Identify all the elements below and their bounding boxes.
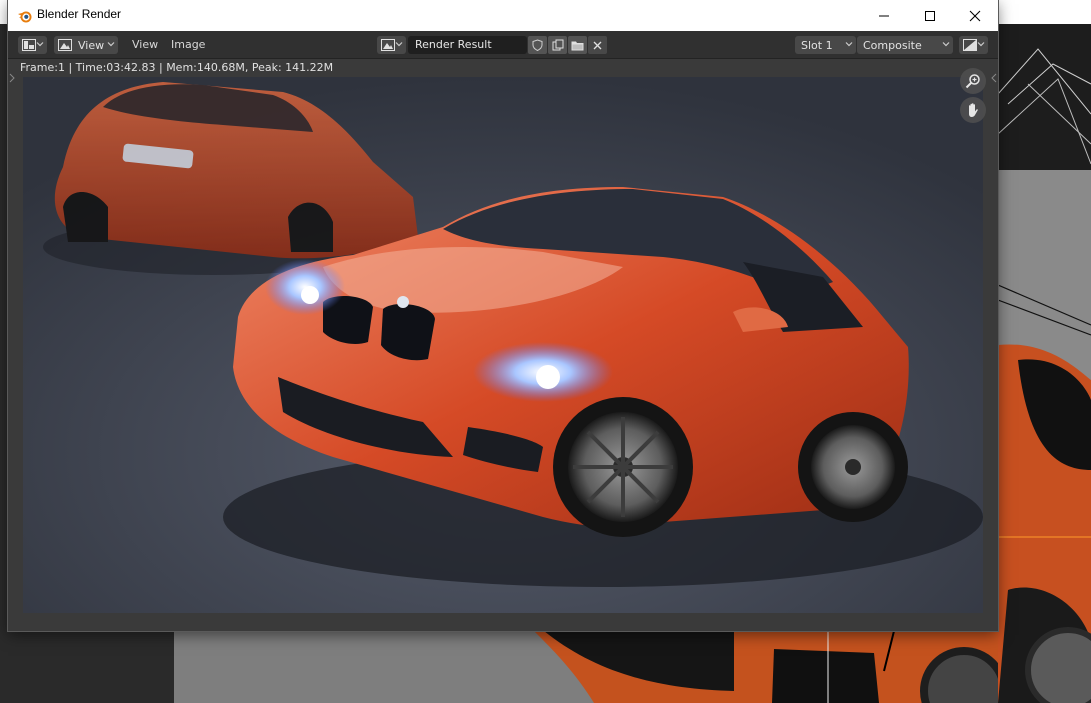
layer-dropdown[interactable]: Composite [857,36,953,54]
copy-icon [552,39,563,51]
menu-view[interactable]: View [132,38,158,51]
minimize-icon [879,15,889,16]
layer-label: Composite [863,38,922,52]
fake-user-button[interactable] [528,36,547,54]
menu-image[interactable]: Image [171,38,205,51]
background-panel-left [0,631,174,703]
unlink-image-button[interactable] [588,36,607,54]
chevron-down-icon [36,42,44,47]
image-editor-header: View View Image Render Result Slot 1 Com… [8,31,998,59]
chevron-down-icon [395,42,403,47]
display-channels-dropdown[interactable] [959,36,988,54]
sidebar-expand-arrow-icon[interactable] [990,73,998,83]
display-channels-icon [963,39,977,51]
background-viewport-wireframe [998,24,1091,170]
hand-icon [969,103,978,117]
window-title: Blender Render [37,7,122,21]
image-browse-dropdown[interactable] [377,36,406,54]
render-result-image [23,77,983,613]
background-3d-viewport-right [998,170,1091,703]
image-canvas[interactable] [8,68,998,631]
view-mode-label: View [78,38,105,52]
toolbar-expand-arrow-icon[interactable] [8,73,16,83]
slot-label: Slot 1 [801,38,833,52]
render-result-scene [23,77,983,613]
render-window: Blender Render View View Image Render Re… [8,0,998,631]
slot-dropdown[interactable]: Slot 1 [795,36,856,54]
chevron-down-icon [845,42,853,47]
blender-logo-icon [18,11,32,23]
image-name-field[interactable]: Render Result [408,36,527,54]
view-mode-dropdown[interactable]: View [54,36,118,54]
close-icon [969,10,981,21]
image-icon [58,39,72,51]
chevron-down-icon [107,42,115,47]
close-window-button[interactable] [952,0,998,31]
maximize-button[interactable] [907,0,953,31]
window-titlebar[interactable]: Blender Render [8,0,998,31]
chevron-down-icon [942,42,950,47]
close-icon [593,41,602,49]
shield-icon [532,39,543,51]
zoom-button[interactable] [960,68,986,94]
editor-type-dropdown[interactable] [18,36,47,54]
background-left-edge [0,24,8,631]
image-browse-icon [381,39,395,51]
folder-icon [571,41,584,50]
background-3d-viewport-bottom [174,631,998,703]
open-image-button[interactable] [568,36,587,54]
new-image-button[interactable] [548,36,567,54]
render-stats-text: Frame:1 | Time:03:42.83 | Mem:140.68M, P… [20,61,334,74]
maximize-icon [925,10,935,21]
pan-button[interactable] [960,97,986,123]
chevron-down-icon [977,42,985,47]
render-info-bar: Frame:1 | Time:03:42.83 | Mem:140.68M, P… [8,59,998,77]
image-editor-icon [22,39,36,51]
zoom-icon [965,74,980,89]
minimize-button[interactable] [861,0,907,31]
